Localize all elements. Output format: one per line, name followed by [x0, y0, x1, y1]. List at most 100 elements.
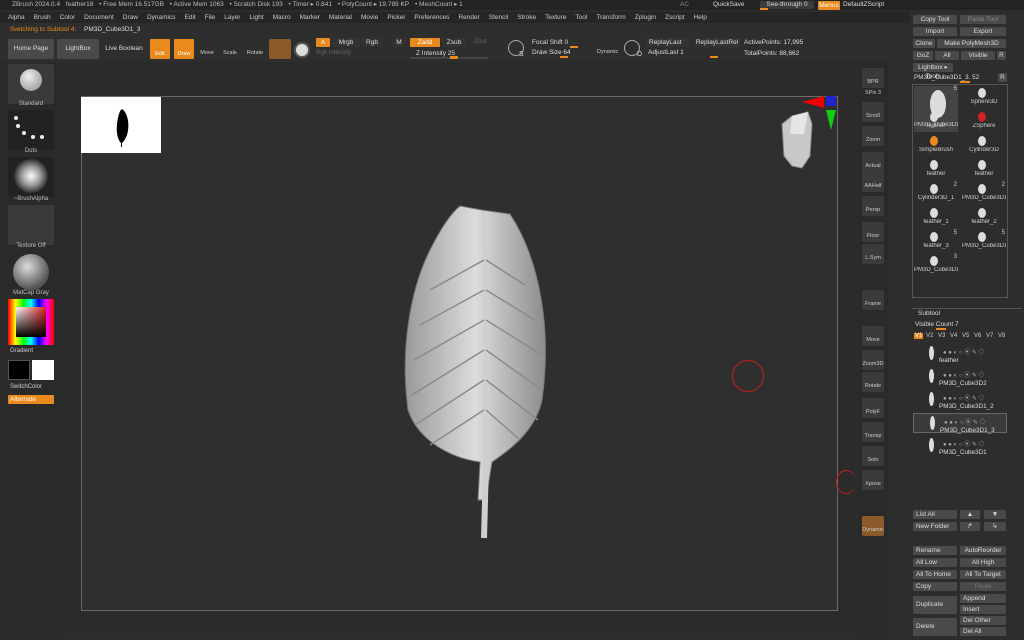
menu-file[interactable]: File: [205, 14, 215, 21]
scale-button[interactable]: Scale: [221, 41, 239, 56]
shelf-transp[interactable]: Transp: [862, 422, 884, 442]
menu-movie[interactable]: Movie: [361, 14, 378, 21]
home-page-button[interactable]: Home Page: [8, 39, 54, 59]
shelf-frame[interactable]: Frame: [862, 290, 884, 310]
subtool-toggles-icon[interactable]: ● ● ◐ ○ ⦿ ✎ ◇: [943, 439, 985, 448]
shelf-l-sym[interactable]: L.Sym: [862, 244, 884, 264]
all-high-button[interactable]: All High: [960, 558, 1006, 567]
subtool-row[interactable]: ● ● ◐ ○ ⦿ ✎ ◇ PM3D_Cube3D2: [913, 367, 1007, 387]
menu-material[interactable]: Material: [329, 14, 352, 21]
view-gizmo[interactable]: [776, 94, 838, 178]
shelf-solo[interactable]: Solo: [862, 446, 884, 466]
rgb-intensity-slider[interactable]: Rgb Intensity: [316, 49, 408, 58]
replay-last-rel-button[interactable]: ReplayLastRel: [694, 38, 740, 47]
menu-zscript[interactable]: Zscript: [665, 14, 685, 21]
version-v4[interactable]: V4: [950, 333, 957, 339]
delete-button[interactable]: Delete: [913, 618, 957, 636]
main-color-swatch[interactable]: [8, 360, 30, 380]
mrgb-button[interactable]: Mrgb: [332, 38, 360, 47]
paste-button[interactable]: Paste: [960, 582, 1006, 591]
zcut-button[interactable]: Zcut: [474, 38, 487, 45]
material-swatch[interactable]: [269, 39, 291, 59]
paste-tool-button[interactable]: Paste Tool: [960, 15, 1006, 24]
goz-button[interactable]: GoZ: [913, 51, 933, 60]
subtool-row[interactable]: ● ● ◐ ○ ⦿ ✎ ◇ PM3D_Cube3D1: [913, 436, 1007, 456]
quicksave-button[interactable]: QuickSave: [713, 1, 744, 8]
stroke-dots-thumb[interactable]: [8, 110, 54, 150]
gradient-label[interactable]: Gradient: [10, 348, 33, 354]
append-button[interactable]: Append: [960, 594, 1006, 603]
menu-stencil[interactable]: Stencil: [489, 14, 509, 21]
menu-layer[interactable]: Layer: [224, 14, 240, 21]
version-v1[interactable]: V1: [914, 333, 924, 339]
menu-dynamics[interactable]: Dynamics: [147, 14, 176, 21]
tool-item[interactable]: Cylinder3D_1 2: [914, 182, 958, 204]
shelf-actual[interactable]: Actual: [862, 152, 884, 172]
shelf-dynamic[interactable]: Dynamic: [862, 516, 884, 536]
menu-brush[interactable]: Brush: [34, 14, 51, 21]
all-button[interactable]: All: [935, 51, 959, 60]
subtool-toggles-icon[interactable]: ● ● ◐ ○ ⦿ ✎ ◇: [943, 347, 985, 356]
tool-item[interactable]: ZSphere: [962, 110, 1006, 132]
duplicate-button[interactable]: Duplicate: [913, 596, 957, 614]
copy-button[interactable]: Copy: [913, 582, 957, 591]
tool-item[interactable]: feather: [962, 158, 1006, 180]
copy-tool-button[interactable]: Copy Tool: [913, 15, 957, 24]
tool-item[interactable]: feather: [914, 158, 958, 180]
shelf-move[interactable]: Move: [862, 326, 884, 346]
shelf-scroll[interactable]: Scroll: [862, 102, 884, 122]
list-all-button[interactable]: List All: [913, 510, 957, 519]
menu-light[interactable]: Light: [249, 14, 263, 21]
del-other-button[interactable]: Del Other: [960, 616, 1006, 625]
subtool-row[interactable]: ● ● ◐ ○ ⦿ ✎ ◇ PM3D_Cube3D1_3: [913, 413, 1007, 434]
menu-stroke[interactable]: Stroke: [517, 14, 536, 21]
arrow-up-right-button[interactable]: ↱: [960, 522, 980, 531]
shelf-zoom3d[interactable]: Zoom3D: [862, 350, 884, 370]
shelf-persp[interactable]: Persp: [862, 196, 884, 216]
edit-button[interactable]: Edit: [150, 39, 170, 59]
menus-button[interactable]: Menus: [818, 1, 840, 10]
feather-model[interactable]: [400, 200, 560, 545]
menu-help[interactable]: Help: [694, 14, 707, 21]
color-picker[interactable]: [8, 299, 54, 345]
auto-reorder-button[interactable]: AutoReorder: [960, 546, 1006, 555]
a-button[interactable]: A: [316, 38, 330, 47]
version-v5[interactable]: V5: [962, 333, 969, 339]
insert-button[interactable]: Insert: [960, 605, 1006, 614]
menu-document[interactable]: Document: [84, 14, 114, 21]
default-zscript[interactable]: DefaultZScript: [843, 1, 884, 8]
version-v3[interactable]: V3: [938, 333, 945, 339]
rename-button[interactable]: Rename: [913, 546, 957, 555]
alpha-thumb[interactable]: [8, 157, 54, 197]
y-axis-icon[interactable]: [826, 110, 836, 130]
move-button[interactable]: Move: [198, 41, 216, 56]
tool-item[interactable]: PM3D_Cube3D1 2: [962, 182, 1006, 204]
zsub-button[interactable]: Zsub: [442, 38, 466, 47]
import-button[interactable]: Import: [913, 27, 957, 36]
m-button[interactable]: M: [392, 38, 406, 47]
switch-color-button[interactable]: SwitchColor: [10, 384, 42, 390]
visible-button[interactable]: Visible: [961, 51, 995, 60]
zadd-button[interactable]: Zadd: [410, 38, 440, 47]
arrow-down-right-button[interactable]: ↳: [984, 522, 1006, 531]
visible-count-slider[interactable]: Visible Count 7: [913, 320, 1007, 329]
menu-marker[interactable]: Marker: [300, 14, 320, 21]
shelf-aahalf[interactable]: AAHalf: [862, 172, 884, 192]
material-sphere-icon[interactable]: [294, 42, 310, 58]
shelf-zoom[interactable]: Zoom: [862, 126, 884, 146]
menu-macro[interactable]: Macro: [273, 14, 291, 21]
version-v8[interactable]: V8: [998, 333, 1005, 339]
draw-button[interactable]: Draw: [174, 39, 194, 59]
export-button[interactable]: Export: [960, 27, 1006, 36]
replay-last-button[interactable]: ReplayLast: [646, 38, 690, 47]
menu-render[interactable]: Render: [458, 14, 479, 21]
secondary-color-swatch[interactable]: [32, 360, 54, 380]
subtool-toggles-icon[interactable]: ● ● ◐ ○ ⦿ ✎ ◇: [943, 393, 985, 402]
version-v6[interactable]: V6: [974, 333, 981, 339]
x-axis-icon[interactable]: [802, 96, 824, 108]
shelf-spix-3[interactable]: SPix 3: [862, 88, 884, 98]
tool-item[interactable]: Cylinder3D: [962, 134, 1006, 156]
z-axis-icon[interactable]: [826, 96, 836, 106]
all-to-home-button[interactable]: All To Home: [913, 570, 957, 579]
dynamic-button[interactable]: Dynamic: [597, 49, 618, 55]
